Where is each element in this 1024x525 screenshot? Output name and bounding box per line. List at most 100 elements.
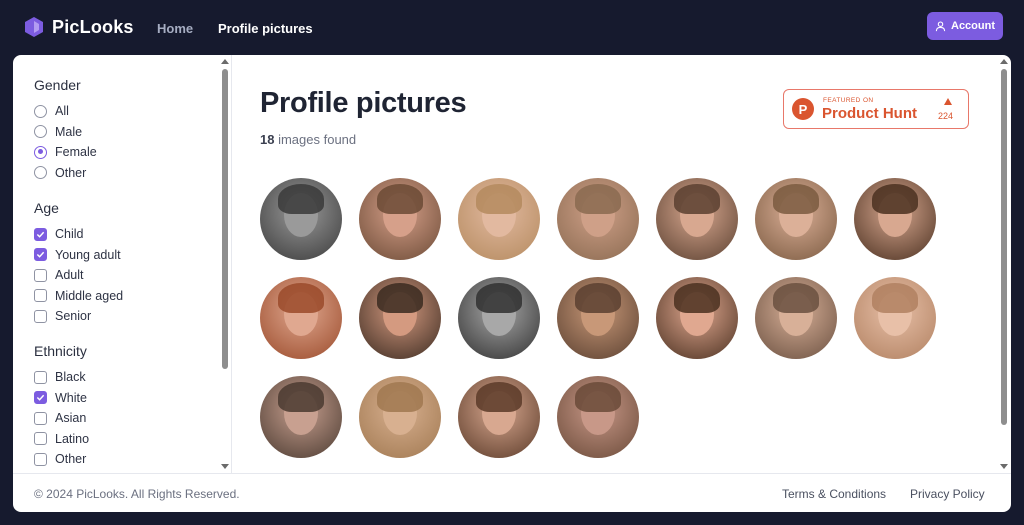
check-icon (36, 231, 45, 238)
top-navigation: PicLooks Home Profile pictures Account (0, 0, 1024, 56)
radio-button[interactable] (34, 166, 47, 180)
ethnicity-option-latino[interactable]: Latino (34, 429, 89, 450)
profile-image[interactable] (854, 178, 936, 260)
profile-image[interactable] (458, 277, 540, 359)
checkbox[interactable] (34, 289, 47, 303)
option-label: Other (55, 452, 87, 467)
product-hunt-badge[interactable]: P FEATURED ON Product Hunt 224 (783, 89, 969, 129)
copyright-text: © 2024 PicLooks. All Rights Reserved. (34, 487, 240, 501)
gender-filter-title: Gender (34, 77, 81, 93)
option-label: Adult (55, 268, 84, 283)
checkbox[interactable] (34, 309, 47, 323)
profile-image[interactable] (260, 178, 342, 260)
profile-image[interactable] (359, 376, 441, 458)
upvote-arrow-icon (944, 98, 952, 105)
ethnicity-option-asian[interactable]: Asian (34, 408, 89, 429)
gender-option-all[interactable]: All (34, 101, 97, 122)
results-count-text: images found (274, 132, 357, 147)
profile-image[interactable] (656, 178, 738, 260)
checkbox-checked[interactable] (34, 391, 47, 405)
gender-option-male[interactable]: Male (34, 122, 97, 143)
nav-profile-pictures-link[interactable]: Profile pictures (218, 21, 313, 36)
checkbox[interactable] (34, 452, 47, 466)
sidebar-scrollbar-thumb[interactable] (222, 69, 228, 369)
option-label: Other (55, 165, 87, 180)
product-hunt-logo-icon: P (792, 98, 814, 120)
ethnicity-option-black[interactable]: Black (34, 367, 89, 388)
option-label: Female (55, 145, 97, 160)
option-label: Child (55, 227, 84, 242)
results-count: 18 images found (260, 132, 356, 147)
radio-button-selected[interactable] (34, 145, 47, 159)
option-label: Asian (55, 411, 87, 426)
check-icon (36, 252, 45, 259)
page-title: Profile pictures (260, 87, 467, 119)
profile-image[interactable] (458, 178, 540, 260)
option-label: Young adult (55, 247, 121, 262)
ethnicity-option-white[interactable]: White (34, 388, 89, 409)
content-card: Gender All Male Female Other Age Child Y… (13, 55, 1011, 512)
privacy-link[interactable]: Privacy Policy (910, 487, 985, 501)
scroll-down-arrow-icon[interactable] (221, 464, 229, 469)
profile-image[interactable] (656, 277, 738, 359)
filter-sidebar: Gender All Male Female Other Age Child Y… (13, 55, 219, 473)
sidebar-scrollbar[interactable] (219, 55, 231, 473)
age-option-senior[interactable]: Senior (34, 306, 123, 327)
profile-image[interactable] (359, 178, 441, 260)
logo[interactable]: PicLooks (23, 16, 134, 38)
gender-option-female[interactable]: Female (34, 142, 97, 163)
profile-image[interactable] (557, 277, 639, 359)
checkbox[interactable] (34, 370, 47, 384)
radio-button[interactable] (34, 104, 47, 118)
ethnicity-filter: Ethnicity Black White Asian Latino Other (34, 343, 89, 470)
profile-image[interactable] (755, 277, 837, 359)
option-label: Senior (55, 309, 92, 324)
app-name: PicLooks (52, 16, 134, 37)
main-scrollbar-thumb[interactable] (1001, 69, 1007, 425)
scroll-up-arrow-icon[interactable] (221, 59, 229, 64)
scroll-up-arrow-icon[interactable] (1000, 59, 1008, 64)
profile-image[interactable] (458, 376, 540, 458)
account-label: Account (951, 20, 995, 32)
profile-image[interactable] (755, 178, 837, 260)
checkbox-checked[interactable] (34, 248, 47, 262)
check-icon (36, 395, 45, 402)
profile-image[interactable] (557, 376, 639, 458)
account-button[interactable]: Account (927, 12, 1003, 40)
checkbox[interactable] (34, 268, 47, 282)
gender-option-other[interactable]: Other (34, 163, 97, 184)
age-filter: Age Child Young adult Adult Middle aged … (34, 200, 123, 327)
nav-home-link[interactable]: Home (157, 21, 193, 36)
option-label: Black (55, 370, 86, 385)
option-label: Middle aged (55, 288, 124, 303)
profile-image[interactable] (854, 277, 936, 359)
product-hunt-name: Product Hunt (822, 105, 917, 122)
profile-image[interactable] (260, 376, 342, 458)
option-label: White (55, 390, 87, 405)
age-option-young-adult[interactable]: Young adult (34, 245, 123, 266)
option-label: Latino (55, 431, 90, 446)
age-option-adult[interactable]: Adult (34, 265, 123, 286)
sidebar-divider (231, 55, 232, 473)
checkbox-checked[interactable] (34, 227, 47, 241)
ethnicity-option-other[interactable]: Other (34, 449, 89, 470)
radio-button[interactable] (34, 125, 47, 139)
product-hunt-votes: 224 (938, 111, 954, 121)
terms-link[interactable]: Terms & Conditions (782, 487, 886, 501)
age-option-child[interactable]: Child (34, 224, 123, 245)
profile-image[interactable] (260, 277, 342, 359)
age-filter-title: Age (34, 200, 59, 216)
scroll-down-arrow-icon[interactable] (1000, 464, 1008, 469)
age-option-middle-aged[interactable]: Middle aged (34, 286, 123, 307)
checkbox[interactable] (34, 432, 47, 446)
footer: © 2024 PicLooks. All Rights Reserved. Te… (13, 473, 1011, 512)
profile-image[interactable] (557, 178, 639, 260)
user-icon (935, 20, 946, 31)
main-scrollbar[interactable] (998, 55, 1010, 473)
ethnicity-filter-title: Ethnicity (34, 343, 87, 359)
option-label: Male (55, 124, 83, 139)
image-grid (260, 178, 960, 458)
checkbox[interactable] (34, 411, 47, 425)
profile-image[interactable] (359, 277, 441, 359)
logo-mark-icon (25, 17, 43, 37)
